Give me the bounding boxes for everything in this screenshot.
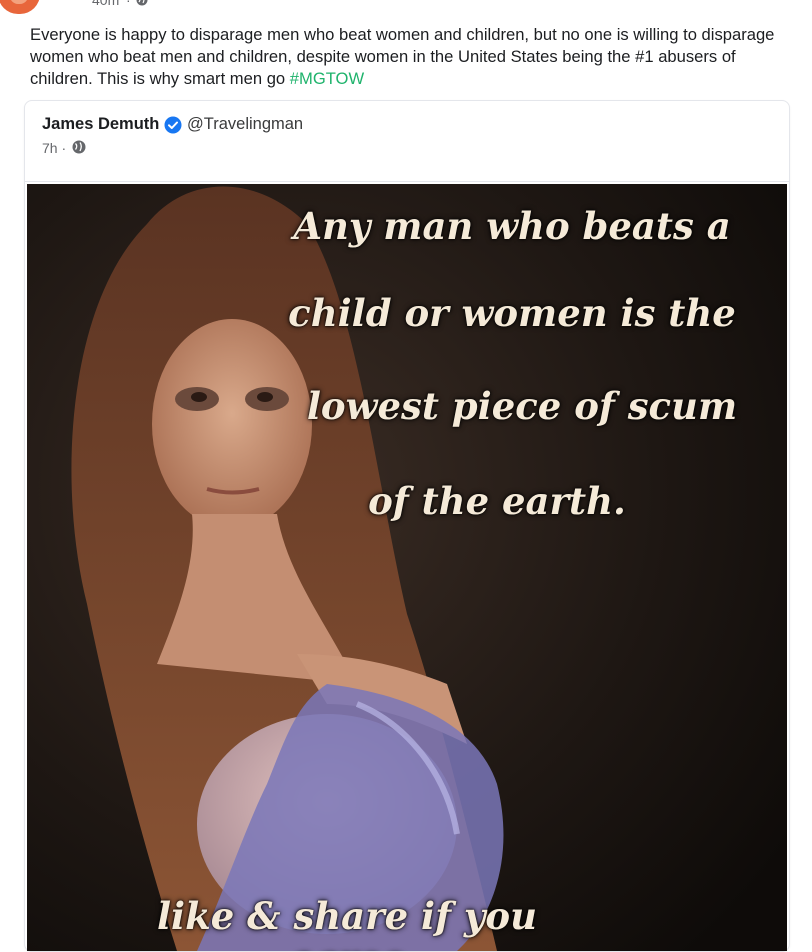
hashtag-link[interactable]: #MGTOW <box>290 69 364 88</box>
shared-post-time[interactable]: 7h · <box>42 140 66 156</box>
author-handle[interactable]: @Travelingman <box>187 115 303 134</box>
globe-icon <box>72 140 86 154</box>
poster-avatar[interactable] <box>0 0 40 14</box>
meme-line-2: child or women is the <box>288 291 736 335</box>
post-image[interactable]: Any man who beats a child or women is th… <box>27 184 787 951</box>
meme-line-5: like & share if you agree <box>156 894 537 951</box>
meme-line-4: of the earth. <box>368 479 626 523</box>
shared-post-card[interactable]: James Demuth @Travelingman 7h · Any man … <box>24 100 790 952</box>
post-body: Everyone is happy to disparage men who b… <box>30 25 775 88</box>
post-text: Everyone is happy to disparage men who b… <box>30 24 790 90</box>
author-name[interactable]: James Demuth <box>42 115 159 134</box>
header-divider <box>25 181 789 182</box>
time-separator: · <box>126 0 131 8</box>
meme-line-1: Any man who beats a <box>293 204 731 248</box>
post-time[interactable]: 40m <box>92 0 119 8</box>
globe-icon <box>136 0 148 6</box>
meme-line-3: lowest piece of scum <box>306 384 738 428</box>
verified-badge-icon <box>164 116 182 134</box>
